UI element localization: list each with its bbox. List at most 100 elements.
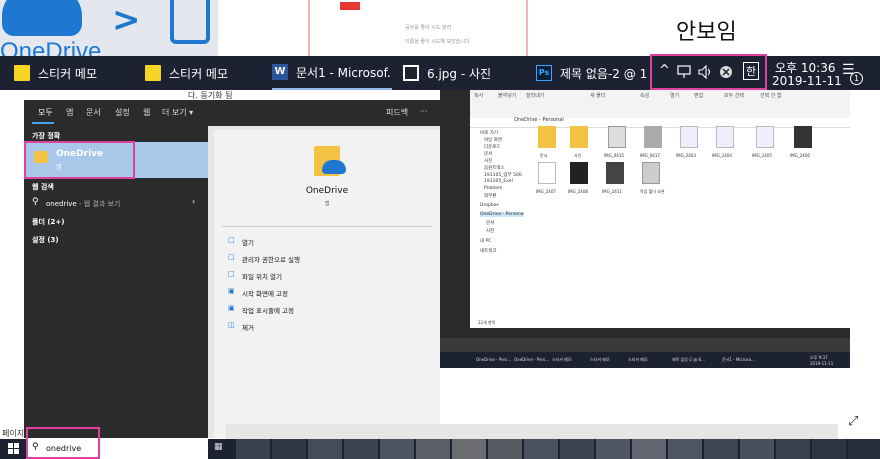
zip-icon: [642, 162, 660, 184]
clock-date[interactable]: 2019-11-11: [772, 74, 842, 88]
tab-more[interactable]: 더 보기 ▾: [162, 107, 193, 118]
photoshop-icon: Ps: [536, 65, 552, 81]
nav-item: 외부환: [484, 194, 497, 199]
file-label: IMG_0415: [604, 153, 624, 158]
active-tab-indicator: [32, 122, 54, 124]
trash-icon: ◫: [228, 321, 235, 329]
chevron-right-icon[interactable]: ›: [192, 197, 195, 206]
image-thumbnail: [794, 126, 812, 148]
more-options-button[interactable]: ···: [420, 107, 428, 116]
search-input[interactable]: onedrive: [46, 444, 81, 453]
best-match-subtitle: 앱: [56, 164, 62, 171]
status-text: 페이지: [2, 429, 25, 438]
image-thumbnail: [680, 126, 698, 148]
taskbar-app-word[interactable]: W 문서1 - Microsof...: [272, 56, 392, 90]
nav-item: 191105_Exel: [484, 179, 513, 184]
nav-item: 바로 가기: [480, 131, 498, 136]
blurred-taskbar-item: [668, 439, 702, 459]
image-thumbnail: [716, 126, 734, 148]
action-uninstall[interactable]: 제거: [242, 322, 254, 332]
x-circle-icon[interactable]: [719, 65, 733, 79]
tab-apps[interactable]: 앱: [66, 107, 73, 118]
file-label: 작업 폴더 보관: [640, 189, 665, 194]
ribbon-item: 열기: [670, 93, 680, 99]
file-label: IMG_2403: [676, 153, 696, 158]
blurred-taskbar-item: [704, 439, 738, 459]
best-match-header: 가장 정확: [32, 132, 61, 140]
tab-settings[interactable]: 설정: [115, 107, 130, 118]
settings-header[interactable]: 설정 (3): [32, 235, 59, 245]
task-view-icon[interactable]: ▦: [214, 442, 223, 452]
photo-icon: [403, 65, 419, 81]
action-run-as-admin[interactable]: 관리자 권한으로 실행: [242, 254, 300, 264]
taskbar-app-sticky-notes-1[interactable]: 스티커 메모: [14, 56, 134, 90]
action-open[interactable]: 열기: [242, 237, 254, 247]
preview-taskbar-app: 스티커 메모: [590, 357, 610, 362]
web-search-header: 웹 검색: [32, 183, 54, 191]
detail-subtitle: 앱: [324, 201, 330, 207]
feedback-button[interactable]: 피드백: [386, 107, 408, 118]
blurred-taskbar-item: [524, 439, 558, 459]
blurred-taskbar-item: [380, 439, 414, 459]
action-pin-to-start[interactable]: 시작 화면에 고정: [242, 288, 288, 298]
tab-all[interactable]: 모두: [38, 107, 53, 118]
web-search-suffix: - 웹 결과 보기: [76, 200, 121, 208]
cloud-icon: [2, 0, 82, 36]
cloud-icon: [322, 160, 346, 174]
volume-icon[interactable]: [698, 65, 714, 79]
nav-item: 다운로드: [484, 145, 501, 150]
onedrive-app-icon: [34, 151, 48, 163]
show-hidden-icons-chevron-icon[interactable]: ^: [659, 63, 670, 78]
taskbar-app-photos[interactable]: 6.jpg - 사진: [403, 56, 523, 90]
explorer-nav-pane: [470, 128, 522, 328]
preview-taskbar-app: OneDrive - Pers...: [514, 357, 550, 362]
tab-web[interactable]: 웹: [143, 107, 150, 118]
nav-item: 사진: [484, 159, 493, 164]
ribbon-item: 복사: [474, 93, 484, 99]
image-thumbnail: [644, 126, 662, 148]
sticky-notes-icon: [14, 65, 30, 81]
red-logo-icon: [340, 2, 360, 10]
file-label: 문서: [540, 153, 548, 158]
expand-icon[interactable]: ⤢: [848, 414, 858, 429]
annotation-label: 안보임: [676, 20, 737, 45]
taskbar-app-photoshop[interactable]: Ps 제목 없음-2 @ 1...: [536, 56, 648, 90]
ime-indicator-icon[interactable]: 한: [743, 62, 760, 80]
folder-icon: [538, 126, 556, 148]
blur-band: [226, 424, 838, 439]
image-thumbnail: [570, 162, 588, 184]
image-thumbnail: [606, 162, 624, 184]
blurred-taskbar-item: [740, 439, 774, 459]
preview-clock: 오후 9:37 2019-11-11: [810, 355, 834, 366]
action-open-file-location[interactable]: 파일 위치 열기: [242, 271, 282, 281]
blurred-taskbar-item: [308, 439, 342, 459]
blurred-taskbar-item: [812, 439, 846, 459]
image-thumbnail: [756, 126, 774, 148]
ribbon-item: 붙여넣기: [498, 93, 517, 99]
pin-taskbar-icon: ▣: [228, 304, 235, 312]
file-label: IMG_2408: [568, 189, 588, 194]
best-match-result[interactable]: [24, 142, 208, 178]
taskbar-app-label: 문서1 - Microsof...: [296, 65, 392, 80]
blurred-taskbar-item: [236, 439, 270, 459]
network-icon[interactable]: [677, 65, 693, 79]
taskbar-app-label: 스티커 메모: [169, 66, 229, 81]
windows-start-icon[interactable]: [8, 443, 20, 455]
action-pin-to-taskbar[interactable]: 작업 표시줄에 고정: [242, 305, 294, 315]
tab-documents[interactable]: 문서: [86, 107, 101, 118]
file-location-icon: □: [228, 270, 235, 278]
folders-header[interactable]: 폴더 (2+): [32, 217, 64, 227]
preview-taskbar-app: 문서1 - Microso...: [722, 357, 755, 362]
web-search-query: onedrive: [46, 200, 77, 208]
onedrive-background-image: > OneDrive: [0, 0, 218, 56]
file-label: IMG_2406: [790, 153, 810, 158]
nav-item: Dropbox: [480, 203, 499, 208]
detail-title: OneDrive: [305, 186, 349, 196]
explorer-status: 12개 항목: [470, 318, 850, 328]
taskbar-app-sticky-notes-2[interactable]: 스티커 메모: [145, 56, 265, 90]
run-as-admin-icon: □: [228, 253, 235, 261]
file-label: 사진: [574, 153, 582, 158]
preview-taskbar-app: 제목 없음-2 @ 6...: [672, 357, 705, 362]
blurred-taskbar-item: [488, 439, 522, 459]
screen: > OneDrive 공부를 좋아 시도 말라 이름을 좋아 시도해 보았습니다…: [0, 0, 880, 459]
